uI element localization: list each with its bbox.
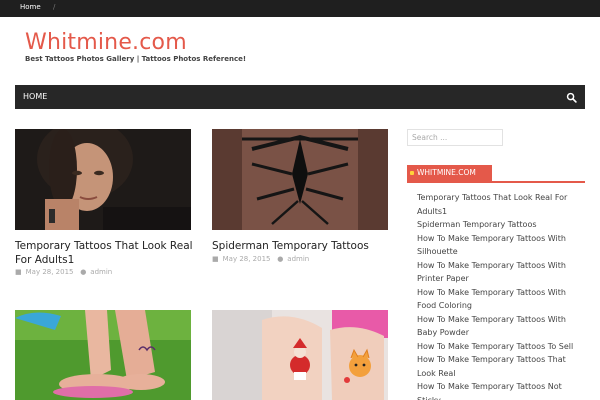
widget-title-text: WHITMINE.COM — [417, 168, 476, 177]
calendar-icon: ■ — [15, 268, 22, 276]
sidebar-search-input[interactable]: Search ... — [407, 129, 503, 146]
user-icon: ● — [277, 255, 284, 263]
post-thumbnail-spider[interactable] — [212, 129, 388, 230]
list-item[interactable]: How To Make Temporary Tattoos Not Sticky — [417, 380, 587, 400]
breadcrumb-home[interactable]: Home — [20, 3, 41, 11]
breadcrumb-separator: / — [53, 3, 56, 11]
post-meta: ■ May 28, 2015 ● admin — [212, 255, 309, 263]
list-item[interactable]: Spiderman Temporary Tattoos — [417, 218, 587, 232]
list-item[interactable]: How To Make Temporary Tattoos With Print… — [417, 259, 587, 286]
list-item[interactable]: How To Make Temporary Tattoos With Silho… — [417, 232, 587, 259]
list-item[interactable]: How To Make Temporary Tattoos With Baby … — [417, 313, 587, 340]
post-thumbnail-woman[interactable] — [15, 129, 191, 230]
post-title[interactable]: Temporary Tattoos That Look Real For Adu… — [15, 239, 195, 267]
post-title[interactable]: Spiderman Temporary Tattoos — [212, 239, 392, 253]
site-tagline: Best Tattoos Photos Gallery | Tattoos Ph… — [25, 55, 247, 63]
post-thumbnail-kids[interactable] — [212, 310, 388, 400]
top-bar: Home / — [0, 0, 600, 17]
site-title[interactable]: Whitmine.com — [25, 30, 187, 55]
calendar-icon: ■ — [212, 255, 219, 263]
post-date: May 28, 2015 — [222, 255, 271, 263]
list-item[interactable]: How To Make Temporary Tattoos That Look … — [417, 353, 587, 380]
recent-posts-list: Temporary Tattoos That Look Real For Adu… — [417, 191, 587, 400]
list-item[interactable]: Temporary Tattoos That Look Real For Adu… — [417, 191, 587, 218]
post-date: May 28, 2015 — [25, 268, 74, 276]
widget-bullet-icon — [410, 171, 414, 175]
list-item[interactable]: How To Make Temporary Tattoos To Sell — [417, 340, 587, 354]
widget-title: WHITMINE.COM — [407, 165, 492, 181]
post-meta: ■ May 28, 2015 ● admin — [15, 268, 112, 276]
list-item[interactable]: How To Make Temporary Tattoos With Food … — [417, 286, 587, 313]
post-author[interactable]: admin — [287, 255, 309, 263]
search-icon[interactable] — [566, 92, 577, 103]
user-icon: ● — [80, 268, 87, 276]
post-author[interactable]: admin — [90, 268, 112, 276]
main-nav: HOME — [15, 85, 585, 109]
widget-divider — [407, 181, 585, 183]
nav-item-home[interactable]: HOME — [23, 92, 47, 101]
post-thumbnail-ankle[interactable] — [15, 310, 191, 400]
